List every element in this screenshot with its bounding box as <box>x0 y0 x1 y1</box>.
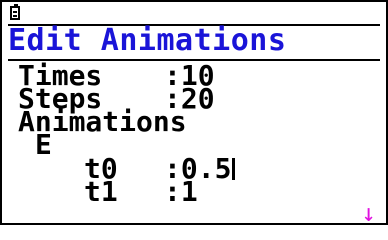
scroll-down-icon: ↓ <box>361 199 376 225</box>
animation-target[interactable]: E <box>35 131 52 159</box>
battery-icon <box>10 4 20 20</box>
text-cursor <box>232 158 236 180</box>
t1-label[interactable]: t1 <box>84 178 118 206</box>
calculator-screen: Edit Animations Times :10 Steps :20 Anim… <box>0 0 388 225</box>
t1-value[interactable]: :1 <box>164 178 198 206</box>
page-title: Edit Animations <box>8 23 287 58</box>
